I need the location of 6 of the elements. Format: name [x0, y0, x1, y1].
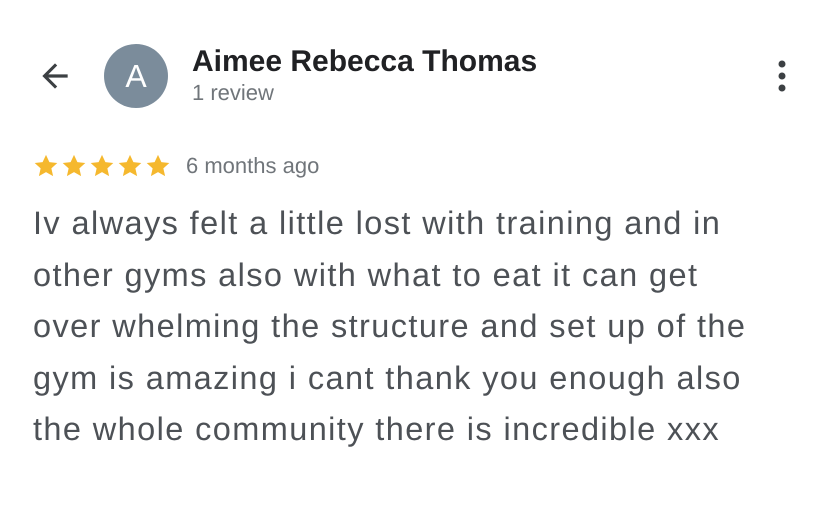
review-text: Iv always felt a little lost with training and in other gyms also with what to eat it can get over whelming the structure and set up of the gym is amazing i cant thank you enough also the whole community there is incredible xxx [33, 204, 748, 449]
avatar: A [104, 44, 168, 108]
review-time: 6 months ago [186, 153, 320, 179]
review-count: 1 review [192, 79, 275, 107]
more-options-icon[interactable] [776, 58, 788, 94]
reviewer-name[interactable]: Aimee Rebecca Thomas [192, 45, 776, 79]
